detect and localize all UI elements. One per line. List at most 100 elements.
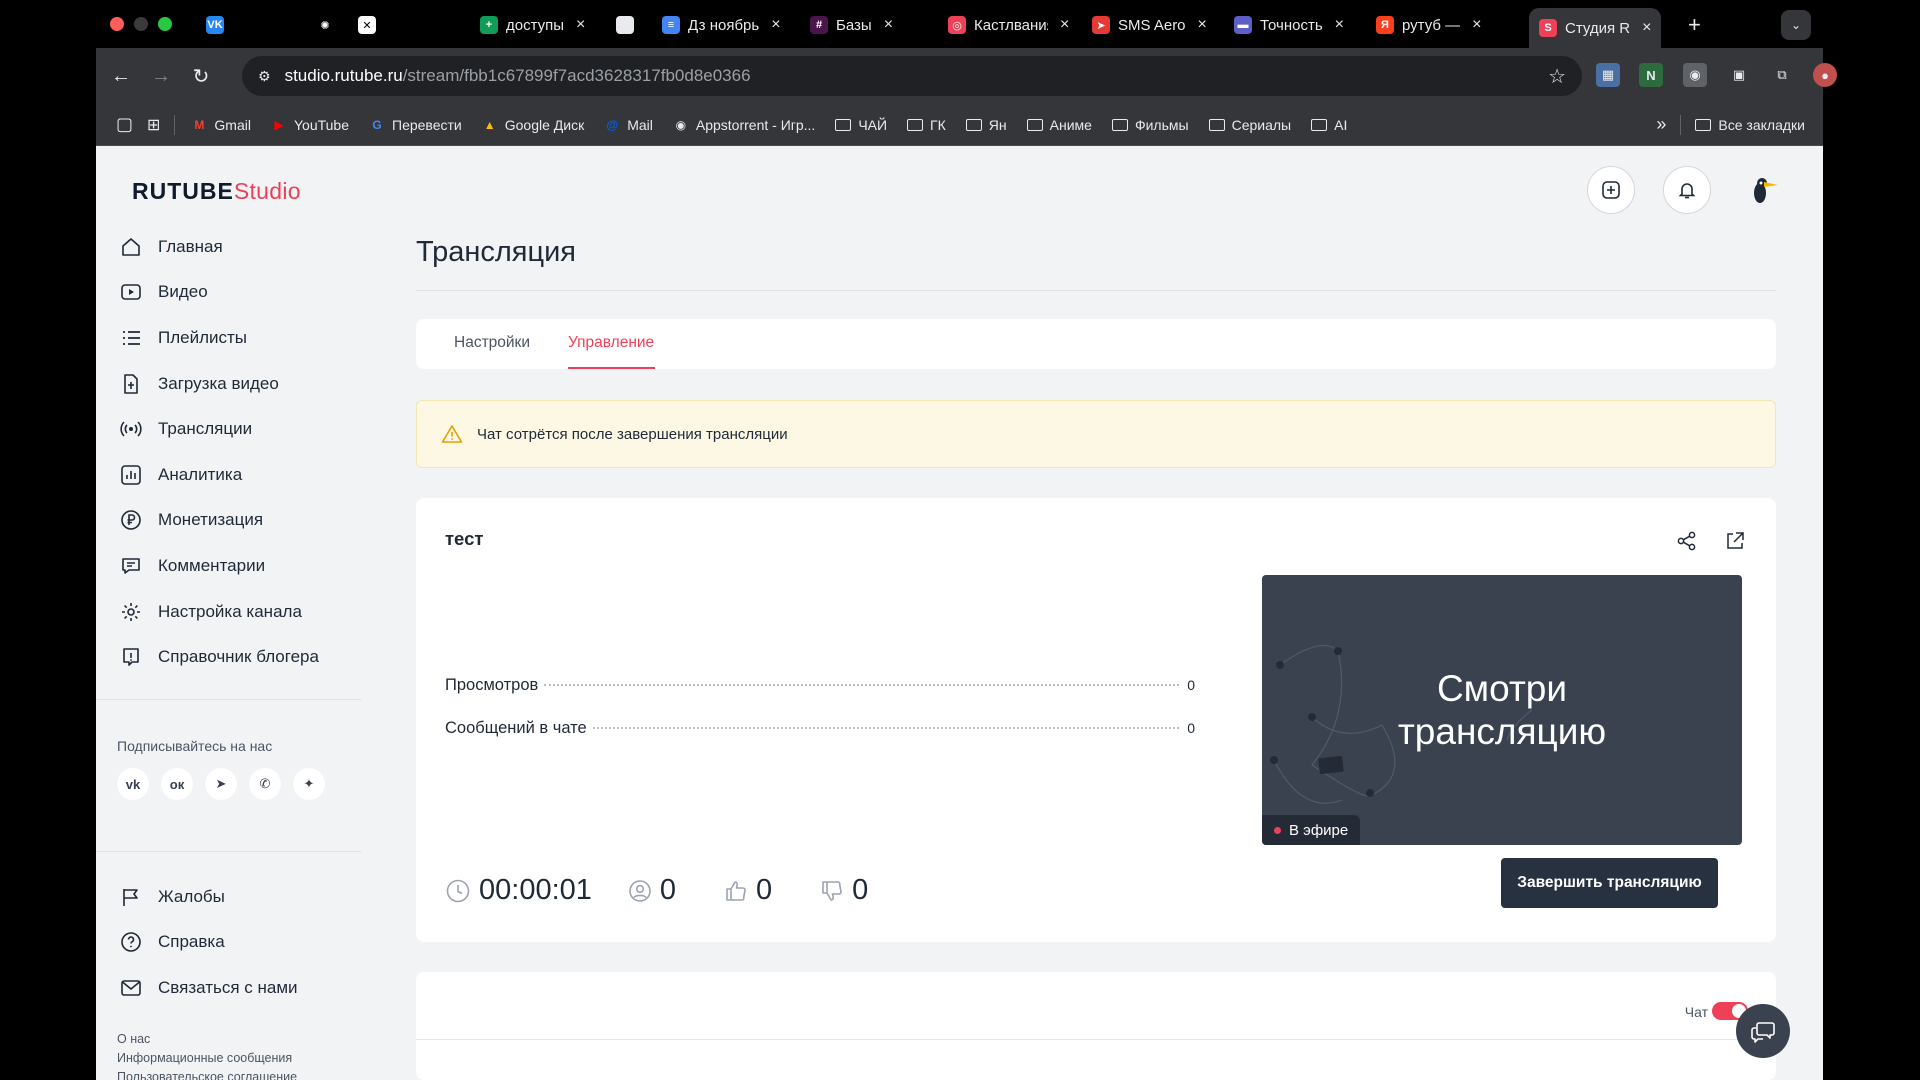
duration-metric: 00:00:01	[445, 874, 592, 907]
browser-tab[interactable]: ≡ Дз ноябрь ×	[652, 8, 791, 42]
tab-title: Дз ноябрь	[688, 16, 760, 34]
browser-tab[interactable]: VK	[196, 8, 234, 42]
bookmark-item[interactable]: M Gmail	[181, 117, 261, 133]
notifications-button[interactable]	[1663, 166, 1711, 214]
bookmark-item[interactable]: Ян	[956, 117, 1017, 133]
bookmark-item[interactable]: ▶ YouTube	[261, 117, 359, 133]
all-bookmarks-button[interactable]: Все закладки	[1685, 117, 1823, 133]
reload-button[interactable]: ↻	[186, 61, 216, 91]
bookmark-item[interactable]: Аниме	[1017, 117, 1102, 133]
alert-text: Чат сотрётся после завершения трансляции	[477, 425, 788, 443]
vk-icon[interactable]: vk	[117, 768, 149, 800]
footer-link[interactable]: Информационные сообщения	[117, 1049, 297, 1068]
sidebar-item-info[interactable]: Справочник блогера	[118, 634, 319, 680]
browser-tab[interactable]	[606, 8, 644, 42]
browser-tab[interactable]: + доступы ×	[470, 8, 595, 42]
extension-translate-icon[interactable]: ▦	[1596, 63, 1620, 87]
chat-toggle-label: Чат	[1684, 1004, 1708, 1020]
sidebar-item-help[interactable]: Справка	[118, 920, 298, 966]
site-info-icon[interactable]: ⚙	[258, 68, 271, 85]
extensions-puzzle-icon[interactable]: ⧉	[1770, 63, 1794, 87]
sidebar-item-mail[interactable]: Связаться с нами	[118, 965, 298, 1011]
more-bookmarks-icon[interactable]: »	[1646, 114, 1676, 135]
close-tab-icon[interactable]: ×	[771, 16, 780, 34]
sidebar-item-video[interactable]: Видео	[118, 270, 319, 316]
broadcast-icon	[120, 418, 142, 440]
bookmark-item[interactable]: AI	[1301, 117, 1357, 133]
browser-tab[interactable]: ✕	[348, 8, 386, 42]
bookmark-item[interactable]: ◉ Appstorrent - Игр...	[663, 117, 825, 133]
stream-preview[interactable]: Смотри трансляцию В эфире	[1262, 575, 1742, 845]
minimize-window-button[interactable]	[134, 17, 148, 31]
sidebar-item-ruble[interactable]: Монетизация	[118, 498, 319, 544]
close-tab-icon[interactable]: ×	[1642, 19, 1651, 37]
tab-management[interactable]: Управление	[568, 334, 654, 352]
footer-link[interactable]: О нас	[117, 1030, 297, 1049]
bookmark-item[interactable]: G Перевести	[359, 117, 472, 133]
bookmark-item[interactable]: Фильмы	[1102, 117, 1199, 133]
rutube-studio-logo[interactable]: RUTUBEStudio	[132, 178, 301, 205]
forward-button[interactable]: →	[146, 61, 176, 91]
sidebar-item-playlist[interactable]: Плейлисты	[118, 315, 319, 361]
close-tab-icon[interactable]: ×	[1472, 16, 1481, 34]
bookmark-star-icon[interactable]: ☆	[1548, 64, 1566, 89]
browser-tab[interactable]: # Базы ×	[800, 8, 903, 42]
bookmark-item[interactable]: ЧАЙ	[825, 117, 897, 133]
telegram-icon[interactable]: ➤	[205, 768, 237, 800]
close-tab-icon[interactable]: ×	[1060, 16, 1069, 34]
sidebar-item-broadcast[interactable]: Трансляции	[118, 406, 319, 452]
viber-icon[interactable]: ✆	[249, 768, 281, 800]
back-button[interactable]: ←	[106, 61, 136, 91]
extension-media-icon[interactable]: ▣	[1727, 63, 1751, 87]
open-external-button[interactable]	[1722, 528, 1748, 554]
footer-link[interactable]: Пользовательское соглашение	[117, 1068, 297, 1080]
appstorrent-icon: ◉	[675, 117, 687, 132]
close-tab-icon[interactable]: ×	[1335, 16, 1344, 34]
sidebar-item-upload[interactable]: Загрузка видео	[118, 361, 319, 407]
sidebar-item-comment[interactable]: Комментарии	[118, 543, 319, 589]
x-icon: ✕	[358, 16, 376, 34]
sidebar-item-gear[interactable]: Настройка канала	[118, 589, 319, 635]
url-host: studio.rutube.ru	[284, 66, 403, 85]
close-tab-icon[interactable]: ×	[576, 16, 585, 34]
address-bar[interactable]: ⚙ studio.rutube.ru/stream/fbb1c67899f7ac…	[242, 56, 1582, 96]
upload-icon	[120, 373, 142, 395]
folder-icon	[1111, 118, 1128, 131]
chat-messages-label: Сообщений в чате	[445, 719, 587, 737]
sidebar-item-flag[interactable]: Жалобы	[118, 874, 298, 920]
bookmark-item[interactable]: Сериалы	[1199, 117, 1302, 133]
tab-search-button[interactable]: ⌄	[1781, 10, 1811, 40]
close-window-button[interactable]	[110, 17, 124, 31]
browser-tab[interactable]: ◎ Кастлвания ×	[938, 8, 1079, 42]
browser-tab[interactable]: S Студия R ×	[1529, 8, 1662, 48]
logo-brand: RUTUBE	[132, 178, 234, 204]
end-stream-button[interactable]: Завершить трансляцию	[1501, 858, 1718, 908]
browser-tab[interactable]: ▬ Точность ×	[1224, 8, 1354, 42]
sidebar-item-label: Плейлисты	[158, 327, 248, 347]
apps-grid-icon[interactable]: ⊞	[139, 115, 168, 135]
bookmark-item[interactable]: ГК	[897, 117, 956, 133]
dzen-icon[interactable]: ✦	[293, 768, 325, 800]
sidebar-toggle-icon[interactable]: ▢	[110, 114, 139, 135]
profile-avatar-icon[interactable]: ●	[1813, 63, 1837, 87]
browser-tab[interactable]: ➤ SMS Aero ×	[1082, 8, 1217, 42]
close-tab-icon[interactable]: ×	[884, 16, 893, 34]
share-button[interactable]	[1674, 528, 1700, 554]
user-avatar[interactable]	[1739, 166, 1787, 214]
support-chat-button[interactable]	[1736, 1004, 1790, 1058]
create-button[interactable]	[1587, 166, 1635, 214]
browser-tab[interactable]: ✺	[306, 8, 344, 42]
extension-notion-icon[interactable]: N	[1639, 63, 1663, 87]
close-tab-icon[interactable]: ×	[1198, 16, 1207, 34]
tab-settings[interactable]: Настройки	[454, 334, 530, 352]
odnoklassniki-icon[interactable]: ок	[161, 768, 193, 800]
maximize-window-button[interactable]	[158, 17, 172, 31]
bookmark-item[interactable]: ▲ Google Диск	[472, 117, 594, 133]
sidebar-item-home[interactable]: Главная	[118, 224, 319, 270]
new-tab-button[interactable]: +	[1688, 12, 1701, 38]
sidebar-item-analytics[interactable]: Аналитика	[118, 452, 319, 498]
extension-screenshot-icon[interactable]: ◉	[1683, 63, 1707, 87]
preview-caption: Смотри трансляцию	[1262, 667, 1742, 753]
browser-tab[interactable]: Ярутуб — ×	[1366, 8, 1491, 42]
bookmark-item[interactable]: @ Mail	[594, 117, 663, 133]
